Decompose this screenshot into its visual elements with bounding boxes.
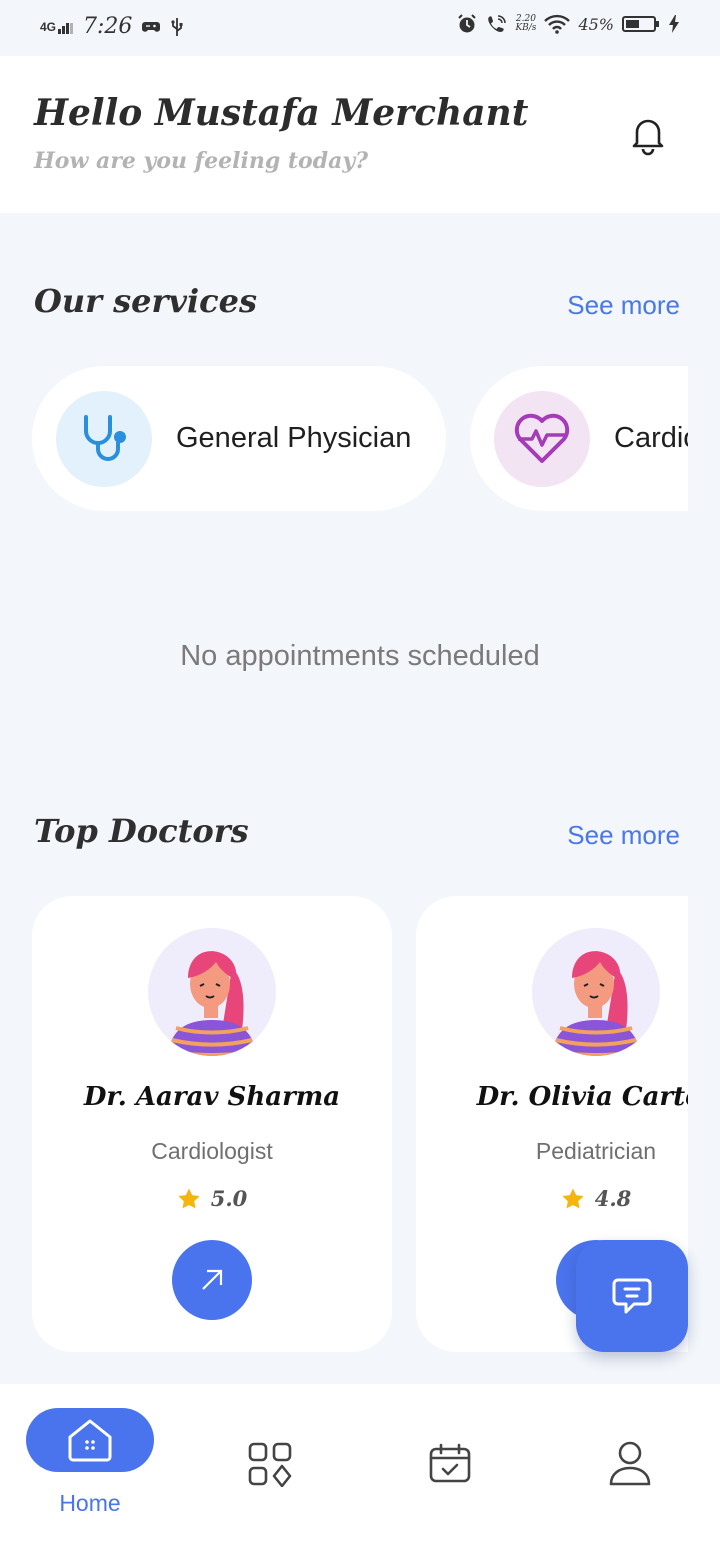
wifi-call-icon [488, 15, 507, 32]
home-icon [68, 1419, 112, 1462]
header: Hello Mustafa Merchant How are you feeli… [0, 56, 720, 213]
stethoscope-icon [56, 390, 152, 487]
signal-icon: 4G [40, 19, 74, 34]
service-general-physician[interactable]: General Physician [32, 366, 446, 511]
calendar-icon [429, 1443, 471, 1483]
nav-services-button[interactable] [246, 1440, 294, 1488]
status-bar: 4G 7:26 2.20 KB/s 45% [0, 0, 720, 56]
services-title: Our services [34, 282, 257, 320]
chat-icon [612, 1278, 652, 1314]
status-left: 4G 7:26 [40, 14, 184, 39]
rating-value: 5.0 [210, 1186, 248, 1211]
network-type: 4G [40, 19, 57, 34]
doctor-rating: 4.8 [416, 1186, 688, 1211]
bottom-nav: Home [0, 1384, 720, 1544]
doctor-rating: 5.0 [32, 1186, 392, 1211]
grid-icon [248, 1442, 292, 1487]
profile-icon [609, 1441, 651, 1486]
doctor-name: Dr. Aarav Sharma [83, 1082, 341, 1112]
nav-profile-button[interactable] [606, 1440, 654, 1488]
speed-unit: KB/s [515, 23, 537, 33]
battery-icon [622, 16, 659, 32]
open-doctor-button[interactable] [172, 1240, 252, 1320]
usb-icon [171, 17, 183, 36]
charging-icon [669, 15, 679, 33]
services-carousel[interactable]: General Physician Cardiology [32, 366, 688, 511]
status-right: 2.20 KB/s 45% [457, 14, 680, 34]
battery-percent: 45% [578, 14, 614, 34]
nav-appointments-button[interactable] [426, 1440, 474, 1488]
service-label: General Physician [176, 422, 412, 454]
nav-home-button[interactable] [26, 1408, 154, 1472]
star-icon [178, 1188, 200, 1208]
star-icon [562, 1188, 584, 1208]
greeting-title: Hello Mustafa Merchant [34, 92, 529, 134]
chat-button[interactable] [576, 1240, 688, 1352]
heart-pulse-icon [494, 390, 590, 487]
doctor-avatar [532, 928, 660, 1056]
doctor-card[interactable]: Dr. Aarav Sharma Cardiologist 5.0 [32, 896, 392, 1352]
service-cardiology[interactable]: Cardiology [470, 366, 688, 511]
rating-value: 4.8 [594, 1186, 632, 1211]
greeting-subtitle: How are you feeling today? [34, 148, 369, 174]
doctor-avatar [148, 928, 276, 1056]
no-appointments-text: No appointments scheduled [180, 640, 540, 672]
doctor-name: Dr. Olivia Carter [476, 1082, 688, 1112]
services-see-more-link[interactable]: See more [567, 290, 680, 321]
doctors-see-more-link[interactable]: See more [567, 820, 680, 851]
bell-icon[interactable] [626, 112, 670, 156]
doctors-title: Top Doctors [34, 812, 249, 850]
alarm-icon [458, 14, 477, 33]
arrow-up-right-icon [202, 1269, 223, 1290]
wifi-icon [544, 14, 571, 34]
service-label: Cardiology [614, 422, 688, 454]
doctor-specialty: Cardiologist [151, 1138, 273, 1164]
doctor-specialty: Pediatrician [535, 1138, 657, 1164]
game-controller-icon [142, 21, 161, 32]
network-speed: 2.20 KB/s [515, 15, 536, 33]
status-time: 7:26 [83, 14, 133, 39]
nav-home-label[interactable]: Home [26, 1490, 154, 1517]
